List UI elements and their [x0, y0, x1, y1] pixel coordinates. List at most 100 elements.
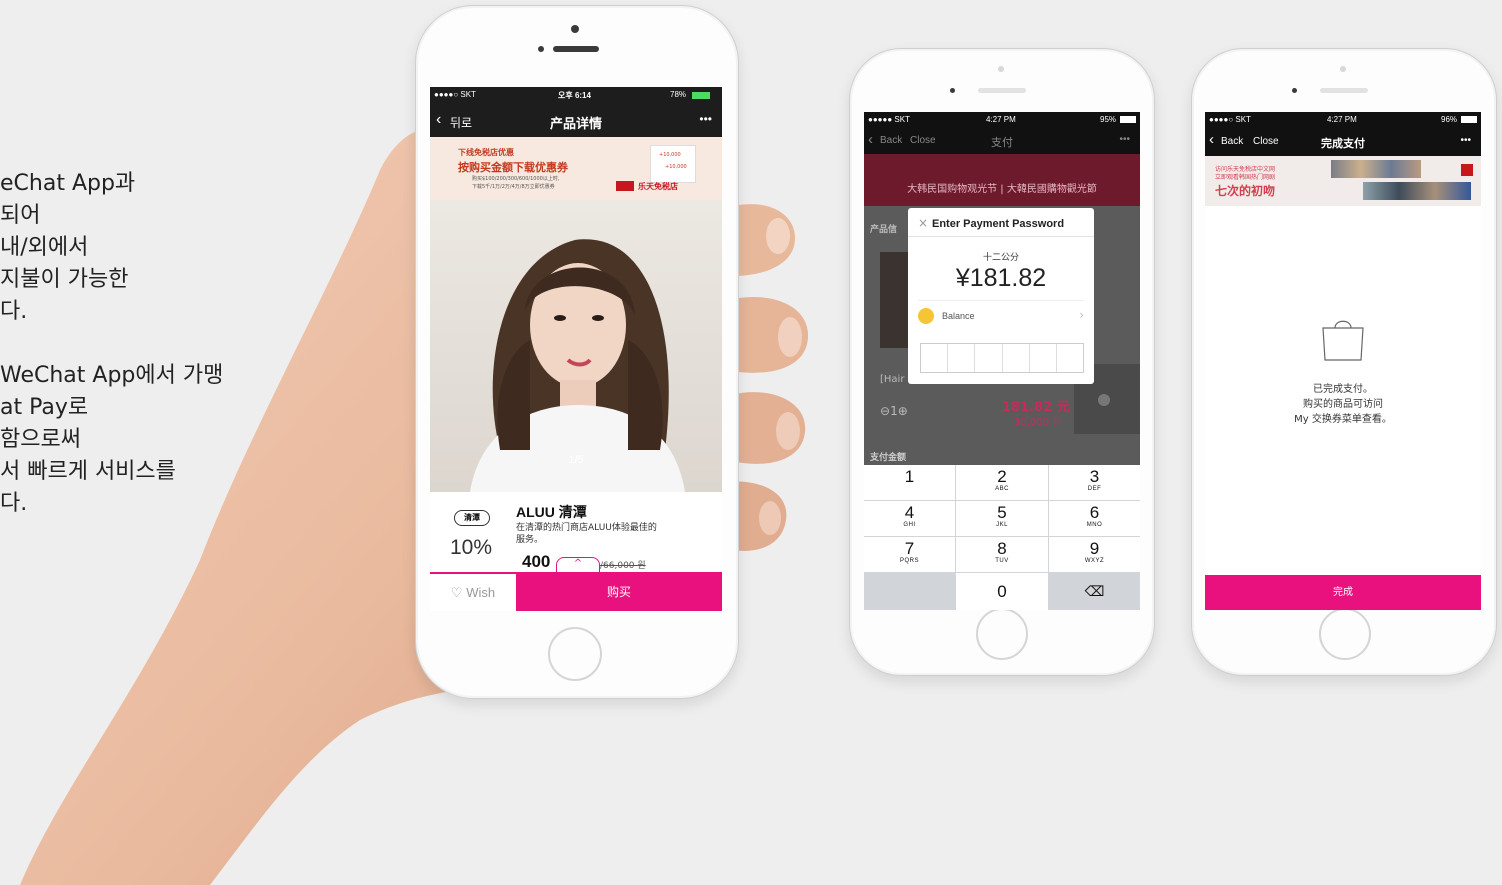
wish-label: Wish — [466, 585, 496, 600]
key-0[interactable]: 0 — [956, 573, 1048, 610]
battery-icon — [1461, 116, 1477, 123]
more-menu-button[interactable]: ••• — [1119, 134, 1130, 145]
nav-bar: ‹ 뒤로 产品详情 ••• — [430, 105, 722, 137]
promo-banner[interactable]: 下线免税店优惠 按购买金额下载优惠券 购买$100/200/300/600/10… — [430, 137, 722, 200]
coupon-graphic: +10,000 +10,000 — [650, 145, 696, 183]
time-label: 오후 6:14 — [558, 91, 591, 100]
divider — [908, 236, 1094, 237]
pay-amount-label: 支付金额 — [870, 453, 907, 463]
banner-text: 大韩民国购物观光节 | 大韓民國購物觀光節 — [907, 184, 1097, 195]
model-portrait-image — [470, 239, 685, 492]
shopping-bag-icon — [1322, 320, 1364, 361]
speaker-grille — [978, 88, 1026, 93]
password-digit-box — [1003, 344, 1030, 372]
camera-icon — [571, 25, 579, 33]
carrier-label: ●●●●● SKT — [868, 115, 910, 124]
chevron-right-icon: › — [1079, 308, 1084, 322]
banner-headline: 按购买金额下载优惠券 — [458, 161, 568, 174]
backspace-icon: ⌫ — [1084, 583, 1105, 599]
payment-complete-screen: ●●●●○ SKT 4:27 PM 96% ‹ Back Close 完成支付 … — [1205, 112, 1481, 610]
status-bar: ●●●●○ SKT 오후 6:14 78% — [430, 87, 722, 105]
camera-icon — [998, 66, 1004, 72]
coupon-amount: +10,000 — [665, 164, 687, 170]
dutyfree-logo-icon — [1461, 164, 1473, 176]
done-button[interactable]: 完成 — [1205, 575, 1481, 610]
numeric-keypad: 1 2 ABC 3 DEF 4 GHI 5 JKL 6 MNO 7 PQRS 8 TUV 9W… — [864, 465, 1140, 610]
password-input[interactable] — [920, 343, 1084, 373]
carrier-label: ●●●●○ SKT — [434, 90, 476, 99]
payment-method-row[interactable]: Balance › — [918, 308, 1084, 326]
close-icon[interactable]: × — [918, 216, 928, 230]
delete-icon[interactable] — [1098, 394, 1110, 406]
dutyfree-logo-icon — [616, 181, 634, 191]
wish-button[interactable]: ♡ Wish — [430, 574, 516, 611]
message-line: 已完成支付。 — [1313, 384, 1373, 395]
home-button[interactable] — [1319, 608, 1371, 660]
status-bar: ●●●●○ SKT 4:27 PM 96% — [1205, 112, 1481, 128]
password-digit-box — [1057, 344, 1083, 372]
chevron-up-icon[interactable]: ^ — [556, 557, 600, 572]
key-3[interactable]: 3 DEF — [1049, 465, 1140, 500]
price-label: 400 — [522, 552, 551, 571]
battery-label: 96% — [1441, 115, 1458, 124]
area-badge: 清潭 — [454, 510, 490, 526]
sensor-icon — [538, 46, 544, 52]
page-title: 支付 — [991, 137, 1013, 149]
banner-line: 下线免税店优惠 — [458, 148, 514, 157]
merchant-name: 十二公分 — [982, 253, 1019, 263]
coin-icon — [918, 308, 934, 324]
payment-amount: ¥181.82 — [955, 264, 1047, 292]
drama-promo-banner[interactable]: 访问乐天免税店中文网 立即观看韩国热门网剧 七次的初吻 — [1205, 156, 1481, 206]
message-line: My 交换券菜单查看。 — [1294, 414, 1392, 425]
key-7[interactable]: 7 PQRS — [864, 537, 955, 572]
key-9[interactable]: 9 WXYZ — [1049, 537, 1140, 572]
payment-screen: ●●●●● SKT 4:27 PM 95% ‹ Back Close 支付 ••… — [864, 112, 1140, 610]
quantity-value: 1 — [890, 404, 898, 418]
cast-photos-row — [1363, 182, 1471, 200]
more-menu-button[interactable]: ••• — [1460, 135, 1471, 146]
section-label: 产品信 — [870, 225, 898, 235]
key-6[interactable]: 6 MNO — [1049, 501, 1140, 536]
carrier-label: ●●●●○ SKT — [1209, 115, 1251, 124]
nav-bar: ‹ Back Close 支付 ••• — [864, 128, 1140, 154]
home-button[interactable] — [976, 608, 1028, 660]
key-1[interactable]: 1 — [864, 465, 955, 500]
speaker-grille — [553, 46, 599, 52]
item-price-krw: 30,000 원 — [1014, 417, 1062, 428]
quantity-stepper[interactable]: ⊖1⊕ — [880, 404, 908, 418]
product-info: 清潭 10% ALUU 清潭 在清潭的热门商店ALUU体验最佳的 服务。 400… — [430, 492, 722, 574]
banner-line: 购买$100/200/300/600/1000以上时, — [472, 176, 560, 182]
logo-text: 乐天免税店 — [638, 182, 678, 191]
battery-icon — [1120, 116, 1136, 123]
backspace-key[interactable]: ⌫ — [1049, 573, 1140, 610]
key-5[interactable]: 5 JKL — [956, 501, 1048, 536]
divider — [918, 300, 1084, 301]
payment-password-dialog: × Enter Payment Password 十二公分 ¥181.82 Ba… — [908, 208, 1094, 384]
nav-bar: ‹ Back Close 完成支付 ••• — [1205, 128, 1481, 156]
home-button[interactable] — [548, 627, 602, 681]
sensor-icon — [1292, 88, 1297, 93]
product-description: 服务。 — [516, 535, 544, 545]
product-title: [Hair — [880, 374, 905, 385]
message-line: 购买的商品可访问 — [1303, 399, 1383, 410]
speaker-grille — [1320, 88, 1368, 93]
buy-button[interactable]: 购买 — [516, 574, 722, 611]
coupon-amount: +10,000 — [659, 152, 681, 158]
password-digit-box — [948, 344, 976, 372]
bottom-action-bar: ♡ Wish 购买 — [430, 574, 722, 611]
heart-icon: ♡ — [450, 585, 463, 600]
cast-photos-row — [1331, 160, 1421, 178]
product-photo[interactable]: 1/5 — [430, 200, 722, 492]
battery-label: 78% — [670, 90, 687, 99]
key-4[interactable]: 4 GHI — [864, 501, 955, 536]
dialog-title: Enter Payment Password — [932, 218, 1065, 230]
key-8[interactable]: 8 TUV — [956, 537, 1048, 572]
product-thumbnail — [880, 252, 908, 348]
key-2[interactable]: 2 ABC — [956, 465, 1048, 500]
payment-method-label: Balance — [942, 311, 975, 321]
key-blank — [864, 573, 955, 610]
original-price: /66,000 원 — [600, 561, 646, 571]
more-menu-button[interactable]: ••• — [699, 112, 712, 126]
banner-line: 立即观看韩国热门网剧 — [1215, 174, 1276, 181]
completion-message: 已完成支付。 购买的商品可访问 My 交换券菜单查看。 — [1205, 382, 1481, 427]
